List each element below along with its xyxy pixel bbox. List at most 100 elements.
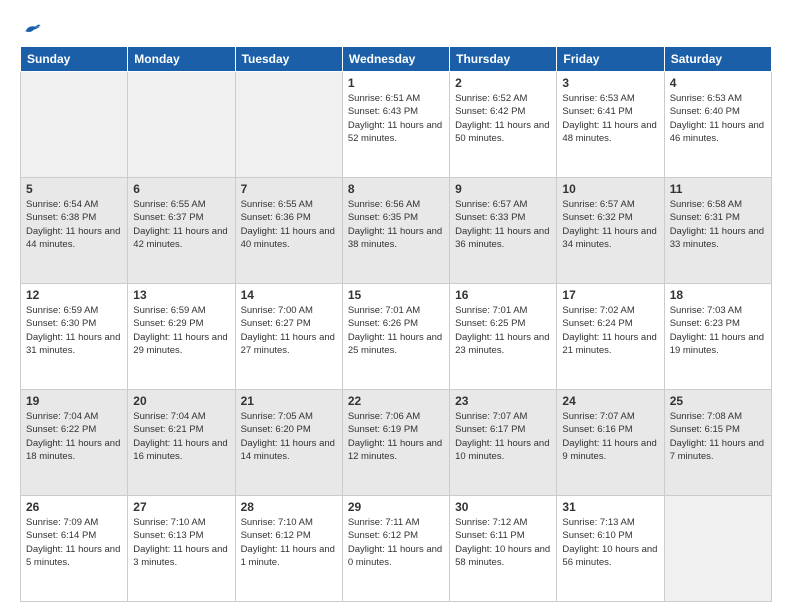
daylight-label: Daylight: 10 hours and 56 minutes. xyxy=(562,544,657,568)
sunrise-label: Sunrise: 6:54 AM xyxy=(26,199,98,210)
sunset-label: Sunset: 6:37 PM xyxy=(133,212,203,223)
daylight-label: Daylight: 11 hours and 46 minutes. xyxy=(670,120,764,144)
day-number: 19 xyxy=(26,394,122,408)
daylight-label: Daylight: 11 hours and 21 minutes. xyxy=(562,332,656,356)
day-info: Sunrise: 7:12 AMSunset: 6:11 PMDaylight:… xyxy=(455,516,551,569)
sunset-label: Sunset: 6:35 PM xyxy=(348,212,418,223)
sunset-label: Sunset: 6:42 PM xyxy=(455,106,525,117)
daylight-label: Daylight: 11 hours and 3 minutes. xyxy=(133,544,227,568)
sunrise-label: Sunrise: 6:58 AM xyxy=(670,199,742,210)
daylight-label: Daylight: 11 hours and 34 minutes. xyxy=(562,226,656,250)
daylight-label: Daylight: 11 hours and 25 minutes. xyxy=(348,332,442,356)
sunset-label: Sunset: 6:17 PM xyxy=(455,424,525,435)
day-number: 31 xyxy=(562,500,658,514)
day-number: 29 xyxy=(348,500,444,514)
daylight-label: Daylight: 11 hours and 23 minutes. xyxy=(455,332,549,356)
day-number: 27 xyxy=(133,500,229,514)
day-info: Sunrise: 7:09 AMSunset: 6:14 PMDaylight:… xyxy=(26,516,122,569)
day-info: Sunrise: 7:02 AMSunset: 6:24 PMDaylight:… xyxy=(562,304,658,357)
sunrise-label: Sunrise: 6:57 AM xyxy=(455,199,527,210)
day-number: 3 xyxy=(562,76,658,90)
calendar-day-cell: 23 Sunrise: 7:07 AM Sunset: 6:17 PM Dayligh… xyxy=(450,390,557,496)
sunrise-label: Sunrise: 7:12 AM xyxy=(455,517,527,528)
day-number: 6 xyxy=(133,182,229,196)
daylight-label: Daylight: 11 hours and 5 minutes. xyxy=(26,544,120,568)
page: SundayMondayTuesdayWednesdayThursdayFrid… xyxy=(0,0,792,612)
day-number: 5 xyxy=(26,182,122,196)
sunrise-label: Sunrise: 7:04 AM xyxy=(26,411,98,422)
sunrise-label: Sunrise: 7:10 AM xyxy=(241,517,313,528)
calendar-day-cell xyxy=(128,72,235,178)
sunrise-label: Sunrise: 7:01 AM xyxy=(348,305,420,316)
sunrise-label: Sunrise: 7:02 AM xyxy=(562,305,634,316)
day-info: Sunrise: 7:11 AMSunset: 6:12 PMDaylight:… xyxy=(348,516,444,569)
sunset-label: Sunset: 6:27 PM xyxy=(241,318,311,329)
calendar-day-cell: 16 Sunrise: 7:01 AM Sunset: 6:25 PM Dayligh… xyxy=(450,284,557,390)
sunset-label: Sunset: 6:25 PM xyxy=(455,318,525,329)
sunrise-label: Sunrise: 7:07 AM xyxy=(455,411,527,422)
day-number: 22 xyxy=(348,394,444,408)
daylight-label: Daylight: 11 hours and 19 minutes. xyxy=(670,332,764,356)
day-number: 9 xyxy=(455,182,551,196)
daylight-label: Daylight: 11 hours and 10 minutes. xyxy=(455,438,549,462)
day-number: 16 xyxy=(455,288,551,302)
sunrise-label: Sunrise: 7:10 AM xyxy=(133,517,205,528)
calendar-day-cell: 10Sunrise: 6:57 AMSunset: 6:32 PMDayligh… xyxy=(557,178,664,284)
sunset-label: Sunset: 6:22 PM xyxy=(26,424,96,435)
calendar-day-cell: 19 Sunrise: 7:04 AM Sunset: 6:22 PM Dayligh… xyxy=(21,390,128,496)
day-info: Sunrise: 7:06 AMSunset: 6:19 PMDaylight:… xyxy=(348,410,444,463)
calendar-day-cell xyxy=(21,72,128,178)
calendar-day-cell xyxy=(664,496,771,602)
sunrise-label: Sunrise: 6:52 AM xyxy=(455,93,527,104)
sunrise-label: Sunrise: 7:04 AM xyxy=(133,411,205,422)
day-info: Sunrise: 7:07 AM Sunset: 6:17 PM Daylight:… xyxy=(455,410,551,463)
sunrise-label: Sunrise: 6:55 AM xyxy=(241,199,313,210)
daylight-label: Daylight: 11 hours and 50 minutes. xyxy=(455,120,549,144)
calendar-header-thursday: Thursday xyxy=(450,47,557,72)
daylight-label: Daylight: 11 hours and 0 minutes. xyxy=(348,544,442,568)
calendar-day-cell: 8Sunrise: 6:56 AMSunset: 6:35 PMDaylight… xyxy=(342,178,449,284)
day-info: Sunrise: 7:04 AM Sunset: 6:22 PM Daylight:… xyxy=(26,410,122,463)
day-number: 15 xyxy=(348,288,444,302)
sunset-label: Sunset: 6:31 PM xyxy=(670,212,740,223)
sunset-label: Sunset: 6:10 PM xyxy=(562,530,632,541)
daylight-label: Daylight: 11 hours and 18 minutes. xyxy=(26,438,120,462)
day-number: 12 xyxy=(26,288,122,302)
day-number: 23 xyxy=(455,394,551,408)
sunset-label: Sunset: 6:12 PM xyxy=(241,530,311,541)
day-number: 14 xyxy=(241,288,337,302)
sunset-label: Sunset: 6:26 PM xyxy=(348,318,418,329)
day-info: Sunrise: 7:05 AMSunset: 6:20 PMDaylight:… xyxy=(241,410,337,463)
calendar-week-row: 12Sunrise: 6:59 AMSunset: 6:30 PMDayligh… xyxy=(21,284,772,390)
calendar-day-cell: 6Sunrise: 6:55 AMSunset: 6:37 PMDaylight… xyxy=(128,178,235,284)
sunset-label: Sunset: 6:29 PM xyxy=(133,318,203,329)
sunrise-label: Sunrise: 6:53 AM xyxy=(670,93,742,104)
calendar-week-row: 26Sunrise: 7:09 AMSunset: 6:14 PMDayligh… xyxy=(21,496,772,602)
calendar-day-cell: 4Sunrise: 6:53 AMSunset: 6:40 PMDaylight… xyxy=(664,72,771,178)
sunset-label: Sunset: 6:20 PM xyxy=(241,424,311,435)
calendar-day-cell: 27Sunrise: 7:10 AMSunset: 6:13 PMDayligh… xyxy=(128,496,235,602)
day-info: Sunrise: 7:04 AMSunset: 6:21 PMDaylight:… xyxy=(133,410,229,463)
calendar-day-cell: 3Sunrise: 6:53 AMSunset: 6:41 PMDaylight… xyxy=(557,72,664,178)
calendar-day-cell: 22 Sunrise: 7:06 AMSunset: 6:19 PMDayligh… xyxy=(342,390,449,496)
sunrise-label: Sunrise: 7:06 AM xyxy=(348,411,420,422)
sunrise-label: Sunrise: 7:08 AM xyxy=(670,411,742,422)
calendar-header-tuesday: Tuesday xyxy=(235,47,342,72)
daylight-label: Daylight: 11 hours and 42 minutes. xyxy=(133,226,227,250)
sunset-label: Sunset: 6:11 PM xyxy=(455,530,525,541)
daylight-label: Daylight: 11 hours and 31 minutes. xyxy=(26,332,120,356)
sunrise-label: Sunrise: 7:01 AM xyxy=(455,305,527,316)
calendar-table: SundayMondayTuesdayWednesdayThursdayFrid… xyxy=(20,46,772,602)
sunset-label: Sunset: 6:38 PM xyxy=(26,212,96,223)
day-info: Sunrise: 6:51 AMSunset: 6:43 PMDaylight:… xyxy=(348,92,444,145)
calendar-day-cell: 5Sunrise: 6:54 AMSunset: 6:38 PMDaylight… xyxy=(21,178,128,284)
sunrise-label: Sunrise: 7:11 AM xyxy=(348,517,420,528)
calendar-day-cell: 29 Sunrise: 7:11 AMSunset: 6:12 PMDayligh… xyxy=(342,496,449,602)
day-info: Sunrise: 6:55 AMSunset: 6:36 PMDaylight:… xyxy=(241,198,337,251)
daylight-label: Daylight: 11 hours and 48 minutes. xyxy=(562,120,656,144)
sunset-label: Sunset: 6:40 PM xyxy=(670,106,740,117)
daylight-label: Daylight: 11 hours and 40 minutes. xyxy=(241,226,335,250)
day-info: Sunrise: 6:58 AMSunset: 6:31 PMDaylight:… xyxy=(670,198,766,251)
sunset-label: Sunset: 6:32 PM xyxy=(562,212,632,223)
calendar-header-saturday: Saturday xyxy=(664,47,771,72)
